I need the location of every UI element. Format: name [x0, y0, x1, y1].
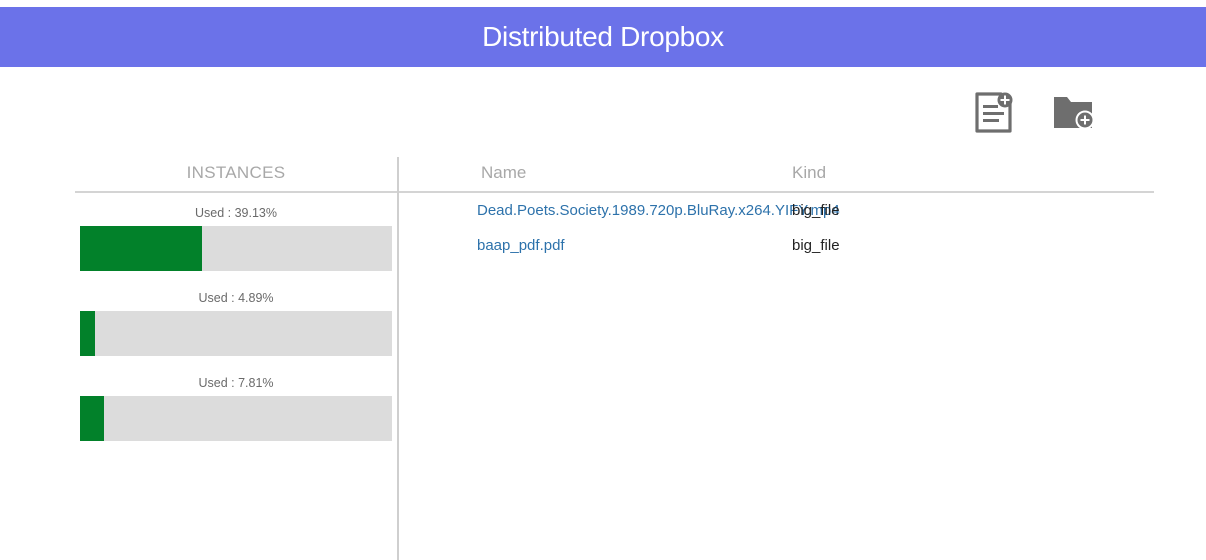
file-kind: big_file — [792, 202, 840, 219]
file-link[interactable]: baap_pdf.pdf — [477, 237, 565, 254]
column-header-name[interactable]: Name — [481, 163, 526, 183]
app-header: Distributed Dropbox — [0, 7, 1206, 67]
usage-bar-fill — [80, 311, 96, 356]
new-file-icon — [975, 92, 1013, 133]
file-kind: big_file — [792, 237, 840, 254]
instance-item: Used : 7.81% — [80, 374, 392, 441]
files-table-header: Name Kind — [399, 163, 1154, 191]
instances-divider — [75, 191, 397, 193]
column-header-kind[interactable]: Kind — [792, 163, 826, 183]
instance-item: Used : 4.89% — [80, 289, 392, 356]
files-divider — [399, 191, 1154, 193]
table-row: baap_pdf.pdf big_file — [399, 237, 1154, 261]
usage-bar — [80, 311, 392, 356]
instance-item: Used : 39.13% — [80, 204, 392, 271]
file-link[interactable]: Dead.Poets.Society.1989.720p.BluRay.x264… — [477, 202, 840, 219]
app-title: Distributed Dropbox — [482, 21, 724, 52]
usage-bar-fill — [80, 396, 105, 441]
instance-usage-label: Used : 4.89% — [198, 291, 274, 305]
usage-bar-fill — [80, 226, 203, 271]
usage-bar — [80, 396, 392, 441]
new-folder-icon — [1054, 97, 1095, 130]
instances-header: INSTANCES — [186, 163, 286, 182]
instance-usage-label: Used : 7.81% — [198, 376, 274, 390]
table-row: Dead.Poets.Society.1989.720p.BluRay.x264… — [399, 202, 1154, 226]
new-file-button[interactable] — [972, 90, 1016, 134]
new-folder-button[interactable] — [1052, 94, 1096, 130]
usage-bar — [80, 226, 392, 271]
instance-usage-label: Used : 39.13% — [195, 206, 277, 220]
